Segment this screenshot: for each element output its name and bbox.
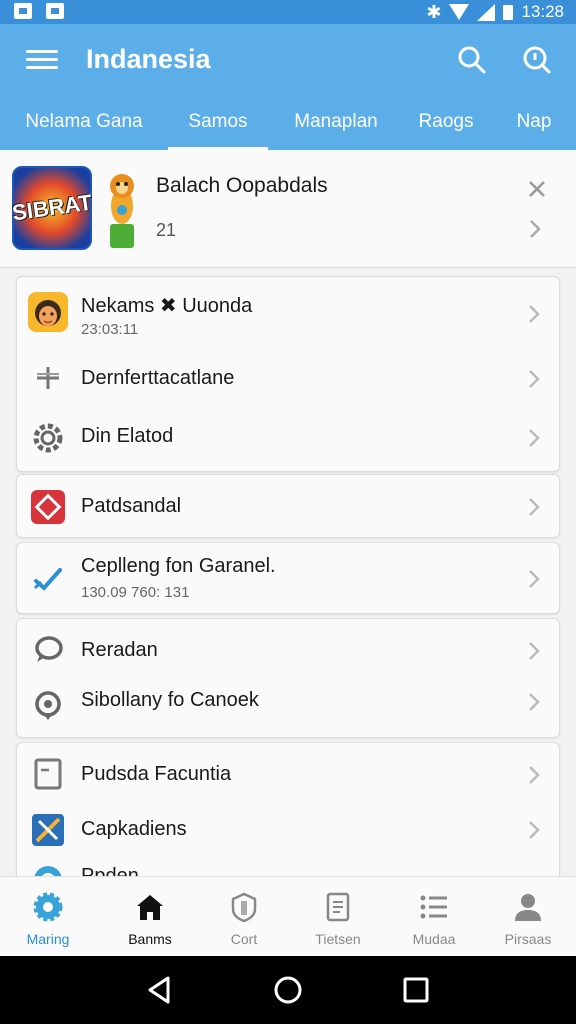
chevron-right-icon — [527, 368, 541, 390]
game-app-icon: SIBRAT — [10, 166, 93, 250]
nav-banms[interactable]: Banms — [102, 877, 198, 957]
nav-label: Mudaa — [412, 931, 456, 947]
list-item-label: Patdsandal — [81, 495, 182, 517]
notification-title: Balach Oopabdals — [156, 174, 328, 197]
list-card-2: Patdsandal — [16, 474, 560, 538]
list-item-ceplleng[interactable]: Ceplleng fon Garanel. 130.09 760: 131 — [17, 543, 559, 615]
person-icon — [512, 891, 544, 923]
list-item-label: Reradan — [81, 639, 158, 661]
nav-pirsaas[interactable]: Pirsaas — [480, 877, 576, 957]
list-item-label: Din Elatod — [81, 425, 174, 447]
system-navigation-bar — [0, 956, 576, 1024]
menu-icon[interactable] — [26, 46, 58, 74]
bottom-navigation: Maring Banms Cort Tietsen Mudaa Pirsaas — [0, 876, 576, 956]
list-item-dernferttacatlane[interactable]: Dernferttacatlane — [17, 349, 559, 407]
list-card-3: Ceplleng fon Garanel. 130.09 760: 131 — [16, 542, 560, 614]
list-item-nekams[interactable]: Nekams ✖ Uuonda 23:03:11 — [17, 277, 559, 349]
bluetooth-icon: ✱ — [426, 1, 442, 22]
tab-nap[interactable]: Nap — [504, 102, 564, 150]
shield-icon — [228, 891, 260, 923]
tab-bar: Nelama Gana Samos Manaplan Raogs Nap — [0, 102, 576, 150]
list-icon — [418, 891, 450, 923]
wifi-icon — [449, 4, 470, 20]
info-search-icon[interactable] — [520, 44, 552, 76]
list-item-label: Sibollany fo Canoek — [81, 689, 259, 711]
list-item-sibollany[interactable]: Sibollany fo Canoek — [17, 679, 559, 739]
document-icon — [27, 753, 69, 795]
chevron-right-icon — [527, 568, 541, 590]
home-icon — [134, 891, 166, 923]
chevron-right-icon[interactable] — [528, 218, 542, 240]
app-title: Indanesia — [86, 44, 211, 74]
chevron-right-icon — [527, 764, 541, 786]
tab-samos[interactable]: Samos — [168, 102, 268, 150]
list-item-label: Nekams ✖ Uuonda — [81, 295, 253, 317]
avatar-icon — [27, 291, 69, 333]
chevron-right-icon — [527, 819, 541, 841]
back-icon[interactable] — [144, 974, 176, 1006]
tab-nelama-gana[interactable]: Nelama Gana — [20, 102, 148, 150]
file-icon — [322, 891, 354, 923]
check-icon — [27, 558, 69, 600]
search-icon[interactable] — [456, 44, 488, 76]
list-item-timestamp: 23:03:11 — [81, 321, 139, 338]
nav-mudaa[interactable]: Mudaa — [386, 877, 482, 957]
close-icon[interactable] — [526, 178, 548, 200]
list-item-capkadiens[interactable]: Capkadiens — [17, 805, 559, 855]
nav-label: Cort — [230, 931, 258, 947]
chevron-right-icon — [527, 640, 541, 662]
monkey-mascot-icon — [104, 166, 140, 250]
list-card-1: Nekams ✖ Uuonda 23:03:11 Dernferttacatla… — [16, 276, 560, 472]
chevron-right-icon — [527, 427, 541, 449]
chevron-right-icon — [527, 496, 541, 518]
list-item-label: Capkadiens — [81, 818, 187, 840]
gear-icon — [27, 417, 69, 459]
status-time: 13:28 — [521, 2, 564, 21]
diamond-icon — [27, 486, 69, 528]
plus-icon — [27, 357, 69, 399]
tools-icon — [27, 809, 69, 851]
status-bar: ✱ 13:28 — [0, 0, 576, 24]
list-item-patdsandal[interactable]: Patdsandal — [17, 475, 559, 539]
notification-card[interactable]: SIBRAT Balach Oopabdals 21 — [0, 150, 576, 268]
chevron-right-icon — [527, 303, 541, 325]
settings-icon — [32, 891, 64, 923]
list-item-label: Ceplleng fon Garanel. — [81, 555, 276, 577]
battery-icon — [503, 4, 514, 20]
location-icon — [27, 685, 69, 727]
nav-label: Tietsen — [315, 931, 361, 947]
list-item-label: Pudsda Facuntia — [81, 763, 232, 785]
list-item-label: Dernferttacatlane — [81, 367, 235, 389]
nav-maring[interactable]: Maring — [0, 877, 96, 957]
list-item-din-elatod[interactable]: Din Elatod — [17, 407, 559, 471]
list-item-pudsda-facuntia[interactable]: Pudsda Facuntia — [17, 743, 559, 805]
app-notification-icon — [46, 3, 64, 19]
list-item-reradan[interactable]: Reradan — [17, 619, 559, 679]
notification-subtitle: 21 — [156, 220, 177, 240]
list-item-timestamp: 130.09 760: 131 — [81, 584, 190, 601]
signal-icon — [477, 3, 496, 21]
nav-label: Banms — [128, 931, 172, 947]
tab-manaplan[interactable]: Manaplan — [288, 102, 384, 150]
nav-cort[interactable]: Cort — [196, 877, 292, 957]
home-circle-icon[interactable] — [272, 974, 304, 1006]
tab-raogs[interactable]: Raogs — [406, 102, 486, 150]
recents-icon[interactable] — [400, 974, 432, 1006]
nav-tietsen[interactable]: Tietsen — [290, 877, 386, 957]
nav-label: Pirsaas — [504, 931, 552, 947]
chevron-right-icon — [527, 691, 541, 713]
nav-label: Maring — [26, 931, 70, 947]
chat-icon — [27, 629, 69, 671]
app-bar: Indanesia Nelama Gana Samos Manaplan Rao… — [0, 24, 576, 150]
gallery-notification-icon — [14, 3, 32, 19]
list-card-4: Reradan Sibollany fo Canoek — [16, 618, 560, 738]
